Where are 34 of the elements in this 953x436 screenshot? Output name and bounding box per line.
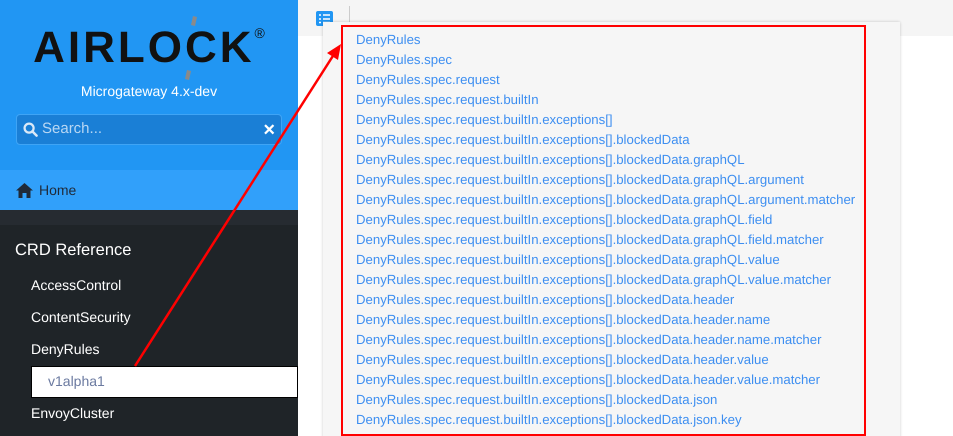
- suggestion-link[interactable]: DenyRules.spec.request.builtIn.exceptions[].blockedData.json.key: [356, 410, 742, 430]
- nav-item[interactable]: ContentSecurity: [31, 302, 298, 334]
- suggestion-link[interactable]: DenyRules.spec.request.builtIn.exceptions[].blockedData.header: [356, 290, 734, 310]
- suggestion-link[interactable]: DenyRules.spec.request.builtIn.exceptions[].blockedData.header.name: [356, 310, 770, 330]
- suggestion-link[interactable]: DenyRules.spec.request.builtIn.exceptions[]: [356, 110, 613, 130]
- suggestion-link[interactable]: DenyRules.spec.request.builtIn.exceptions[].blockedData.graphQL.value.matcher: [356, 270, 832, 290]
- nav-item[interactable]: AccessControl: [31, 270, 298, 302]
- registered-mark: ®: [254, 26, 265, 40]
- suggestion-link[interactable]: DenyRules.spec.request.builtIn.exceptions[].blockedData.graphQL.value: [356, 250, 780, 270]
- suggestion-link[interactable]: DenyRules.spec.request.builtIn.exceptions[].blockedData.graphQL.field.matcher: [356, 230, 824, 250]
- suggestion-link[interactable]: DenyRules.spec.request.builtIn.exceptions[].blockedData.header.name.matcher: [356, 330, 822, 350]
- nav-item[interactable]: DenyRules: [31, 334, 298, 366]
- search-field[interactable]: Search... ×: [16, 114, 282, 145]
- nav-item[interactable]: v1alpha1: [31, 366, 298, 398]
- nav-item[interactable]: EnvoyCluster: [31, 398, 298, 430]
- suggestion-link[interactable]: DenyRules: [356, 30, 421, 50]
- section-heading: CRD Reference: [15, 240, 132, 261]
- search-icon: [23, 122, 38, 137]
- logo: AIRLOCK: [33, 16, 255, 80]
- home-icon: [16, 182, 33, 198]
- clear-button[interactable]: ×: [263, 120, 275, 140]
- suggestion-link[interactable]: DenyRules.spec.request.builtIn.exceptions[].blockedData.graphQL: [356, 150, 745, 170]
- suggestion-link[interactable]: DenyRules.spec.request.builtIn.exceptions[].blockedData.json: [356, 390, 718, 410]
- suggestion-link[interactable]: DenyRules.spec.request.builtIn.exceptions[].blockedData.header.value.matcher: [356, 370, 820, 390]
- suggestion-link[interactable]: DenyRules.spec.request.builtIn.exceptions[].blockedData.header.value: [356, 350, 769, 370]
- home-link[interactable]: Home: [0, 170, 298, 210]
- suggestion-link[interactable]: DenyRules.spec.request.builtIn: [356, 90, 539, 110]
- suggestion-link[interactable]: DenyRules.spec.request: [356, 70, 500, 90]
- version-subtitle: Microgateway 4.x-dev: [80, 82, 218, 101]
- suggestion-link[interactable]: DenyRules.spec: [356, 50, 452, 70]
- suggestion-link[interactable]: DenyRules.spec.request.builtIn.exceptions[].blockedData.graphQL.field: [356, 210, 772, 230]
- suggestion-link[interactable]: DenyRules.spec.request.builtIn.exceptions[].blockedData: [356, 130, 690, 150]
- suggestion-link[interactable]: DenyRules.spec.request.builtIn.exceptions[].blockedData.graphQL.argument: [356, 170, 804, 190]
- suggestion-link[interactable]: DenyRules.spec.request.builtIn.exceptions[].blockedData.graphQL.argument.matcher: [356, 190, 856, 210]
